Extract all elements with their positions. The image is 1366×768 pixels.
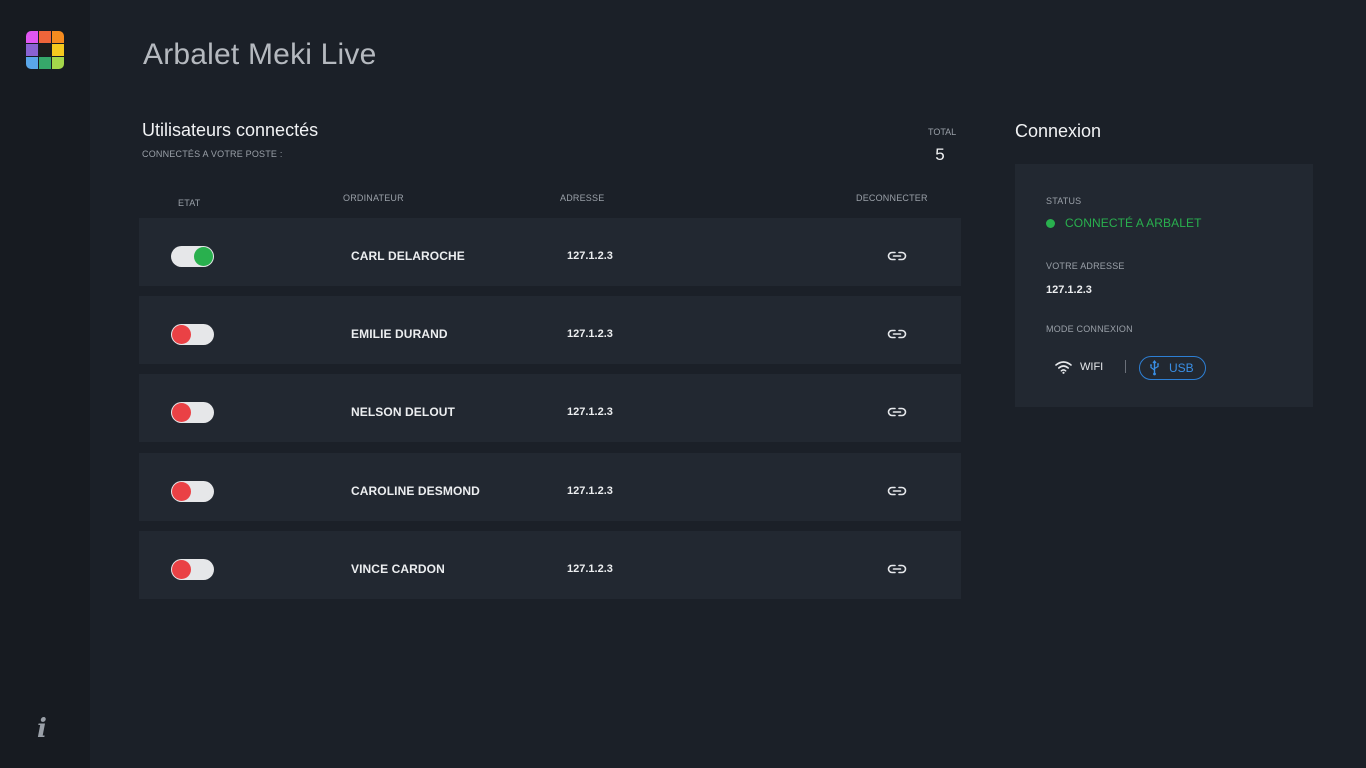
usb-option-button[interactable]: USB — [1139, 356, 1206, 380]
total-count: 5 — [935, 145, 945, 164]
toggle-knob — [172, 403, 191, 422]
usb-icon — [1150, 360, 1159, 376]
state-toggle[interactable] — [171, 481, 214, 502]
disconnect-link-icon[interactable] — [886, 246, 908, 266]
wifi-label: WIFI — [1080, 361, 1104, 373]
logo-tile — [26, 31, 38, 43]
status-value: CONNECTÉ A ARBALET — [1065, 216, 1202, 230]
users-section-title: Utilisateurs connectés — [142, 120, 319, 140]
logo-tile — [39, 31, 51, 43]
table-row: EMILIE DURAND 127.1.2.3 — [139, 296, 961, 364]
computer-name: EMILIE DURAND — [351, 327, 448, 341]
wifi-icon — [1055, 361, 1072, 374]
column-header-state: ETAT — [178, 198, 201, 208]
main-content: Arbalet Meki Live Utilisateurs connectés… — [90, 0, 1366, 768]
column-header-disconnect: DECONNECTER — [856, 193, 928, 203]
logo-tile — [39, 44, 51, 56]
computer-name: CAROLINE DESMOND — [351, 484, 480, 498]
computer-address: 127.1.2.3 — [567, 328, 613, 340]
column-header-computer: ORDINATEUR — [343, 193, 404, 203]
disconnect-link-icon[interactable] — [886, 481, 908, 501]
column-header-address: ADRESSE — [560, 193, 605, 203]
table-row: CAROLINE DESMOND 127.1.2.3 — [139, 453, 961, 521]
connection-panel: STATUS CONNECTÉ A ARBALET VOTRE ADRESSE … — [1015, 164, 1313, 407]
table-row: VINCE CARDON 127.1.2.3 — [139, 531, 961, 599]
sidebar: i — [0, 0, 90, 768]
computer-name: VINCE CARDON — [351, 562, 445, 576]
logo-tile — [26, 57, 38, 69]
toggle-knob — [194, 247, 213, 266]
toggle-knob — [172, 325, 191, 344]
toggle-knob — [172, 560, 191, 579]
computer-address: 127.1.2.3 — [567, 250, 613, 262]
disconnect-link-icon[interactable] — [886, 559, 908, 579]
wifi-option[interactable]: WIFI — [1055, 357, 1103, 377]
computer-address: 127.1.2.3 — [567, 406, 613, 418]
table-row: CARL DELAROCHE 127.1.2.3 — [139, 218, 961, 286]
usb-label: USB — [1169, 361, 1194, 375]
mode-divider — [1125, 360, 1126, 373]
address-label: VOTRE ADRESSE — [1046, 261, 1125, 271]
logo-tile — [52, 44, 64, 56]
users-section-subtitle: CONNECTÉS A VOTRE POSTE : — [142, 149, 283, 159]
logo-tile — [39, 57, 51, 69]
computer-address: 127.1.2.3 — [567, 485, 613, 497]
state-toggle[interactable] — [171, 402, 214, 423]
computer-name: NELSON DELOUT — [351, 405, 455, 419]
info-icon[interactable]: i — [30, 714, 54, 744]
logo-tile — [52, 57, 64, 69]
disconnect-link-icon[interactable] — [886, 324, 908, 344]
status-indicator — [1046, 219, 1055, 228]
app-logo[interactable] — [26, 31, 64, 69]
connection-title: Connexion — [1015, 121, 1102, 141]
logo-tile — [52, 31, 64, 43]
computer-name: CARL DELAROCHE — [351, 249, 465, 263]
status-label: STATUS — [1046, 196, 1082, 206]
mode-label: MODE CONNEXION — [1046, 324, 1133, 334]
total-label: TOTAL — [928, 127, 957, 137]
page-title: Arbalet Meki Live — [143, 38, 377, 71]
state-toggle[interactable] — [171, 559, 214, 580]
state-toggle[interactable] — [171, 324, 214, 345]
disconnect-link-icon[interactable] — [886, 402, 908, 422]
table-row: NELSON DELOUT 127.1.2.3 — [139, 374, 961, 442]
state-toggle[interactable] — [171, 246, 214, 267]
computer-address: 127.1.2.3 — [567, 563, 613, 575]
toggle-knob — [172, 482, 191, 501]
logo-tile — [26, 44, 38, 56]
address-value: 127.1.2.3 — [1046, 284, 1092, 296]
